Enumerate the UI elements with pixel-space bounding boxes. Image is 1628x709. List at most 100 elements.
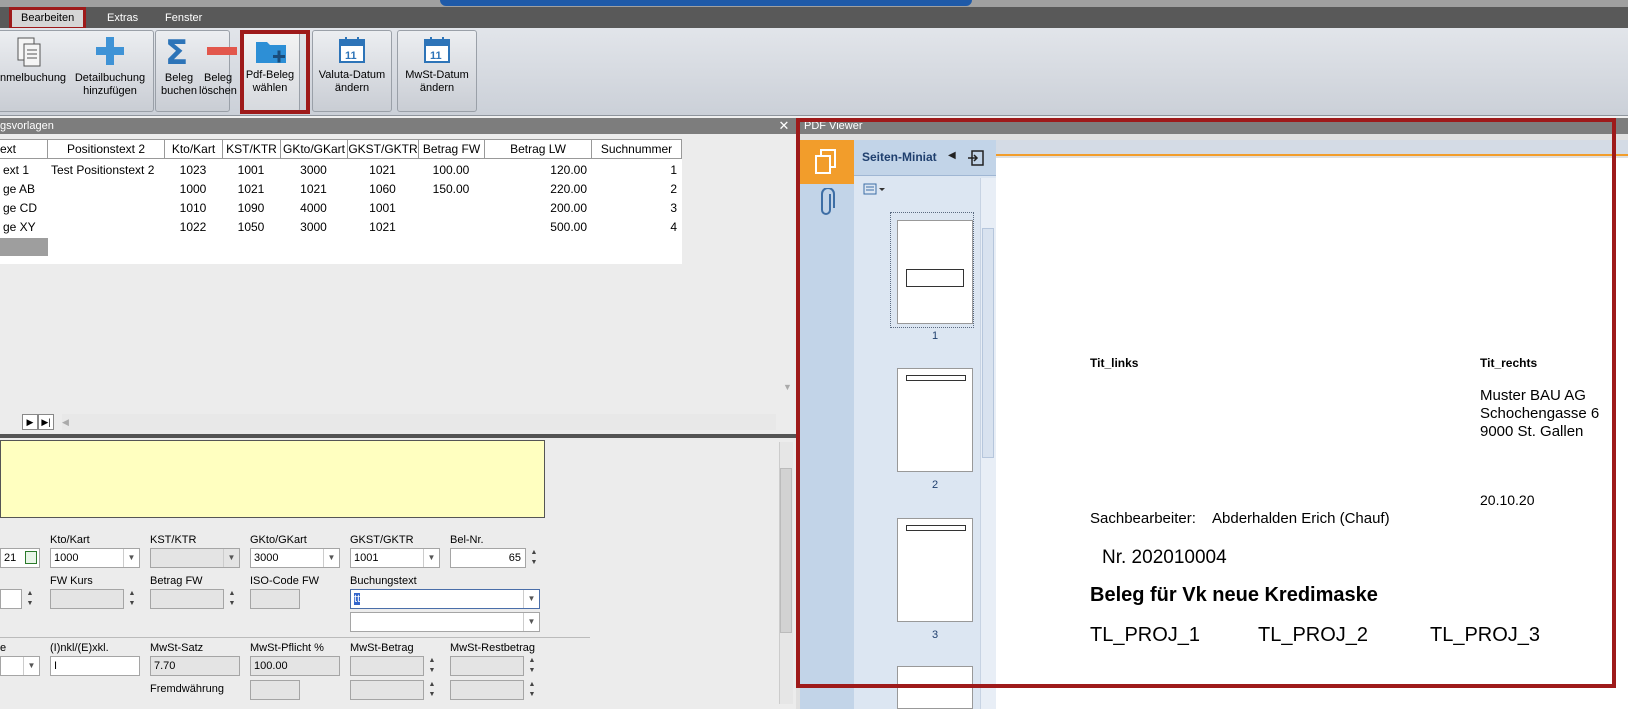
calendar-icon: 11 — [424, 37, 450, 63]
buchungstext-2-select[interactable]: ▼ — [350, 612, 540, 632]
kst-select[interactable]: ▼ — [150, 548, 240, 568]
pdf-highlight-frame — [796, 118, 1616, 688]
valuta-datum-button[interactable]: 11 Valuta-Datum ändern — [312, 30, 392, 112]
table-cell — [51, 180, 160, 199]
table-cell: ext 1 — [3, 163, 30, 177]
beleg-buchen-label1: Beleg — [164, 72, 194, 84]
calendar-picker-icon[interactable] — [25, 551, 37, 564]
table-cell: 1001 — [369, 201, 396, 215]
chevron-down-icon[interactable]: ▼ — [223, 549, 239, 567]
detailbuchung-button[interactable]: Detailbuchung hinzufügen — [72, 32, 148, 114]
mwstrest-field[interactable] — [450, 656, 524, 676]
table-cell: 220.00 — [550, 182, 587, 196]
memo-field[interactable] — [0, 440, 545, 518]
chevron-down-icon[interactable]: ▼ — [123, 549, 139, 567]
gkto-select[interactable]: 3000 ▼ — [250, 548, 340, 568]
col-header[interactable]: Betrag LW — [485, 139, 592, 159]
col-header[interactable]: GKto/GKart — [281, 139, 348, 159]
belnr-field[interactable]: 65 — [450, 548, 526, 568]
row-selector[interactable] — [0, 238, 48, 256]
divider — [0, 637, 590, 638]
table-cell — [51, 218, 160, 237]
mwstrest-stepper[interactable]: ▲ ▼ — [526, 656, 538, 676]
chevron-down-icon[interactable]: ▼ — [23, 657, 39, 675]
betragfw-field[interactable] — [150, 589, 224, 609]
table-cell: 3 — [670, 201, 677, 215]
fremd-betrag-field[interactable] — [350, 680, 424, 700]
mwst-code-select[interactable]: ▼ — [0, 656, 40, 676]
sammelbuchung-label: nmelbuchung — [0, 72, 67, 84]
fremd-rest-field[interactable] — [450, 680, 524, 700]
table-cell: 100.00 — [432, 163, 470, 177]
chevron-down-icon[interactable]: ▼ — [523, 613, 539, 631]
scrollbar-thumb[interactable] — [780, 468, 792, 633]
fremd-rest-stepper[interactable]: ▲ ▼ — [526, 680, 538, 700]
menu-extras[interactable]: Extras — [97, 9, 148, 28]
documents-icon — [17, 37, 41, 67]
col-header[interactable]: Betrag FW — [419, 139, 485, 159]
mwstbetrag-field[interactable] — [350, 656, 424, 676]
splitter[interactable] — [0, 434, 796, 438]
beleg-buchen-button[interactable]: Σ Beleg buchen — [157, 32, 201, 114]
mwstsatz-label: MwSt-Satz — [150, 642, 204, 654]
valuta-label1: Valuta-Datum — [318, 69, 386, 81]
chevron-down-icon[interactable]: ▼ — [323, 549, 339, 567]
table-cell: 1021 — [300, 182, 327, 196]
col-header[interactable]: KST/KTR — [223, 139, 281, 159]
fwkurs-label: FW Kurs — [50, 575, 93, 587]
col-header[interactable]: GKST/GKTR — [348, 139, 419, 159]
beleg-buchen-label2: buchen — [160, 85, 198, 97]
inkl-field[interactable]: I — [50, 656, 140, 676]
fremd-betrag-stepper[interactable]: ▲ ▼ — [426, 680, 438, 700]
inkl-label: (I)nkl/(E)xkl. — [50, 642, 109, 654]
col-header[interactable]: Kto/Kart — [165, 139, 223, 159]
minus-icon — [207, 47, 237, 55]
table-cell: 2 — [670, 182, 677, 196]
stepper[interactable]: ▲ ▼ — [24, 589, 36, 609]
table-cell: 1021 — [369, 163, 396, 177]
beleg-loeschen-button[interactable]: Beleg löschen — [199, 32, 241, 114]
fwkurs-stepper[interactable]: ▲ ▼ — [126, 589, 138, 609]
col-header[interactable]: ext — [0, 139, 48, 159]
mwst-datum-button[interactable]: 11 MwSt-Datum ändern — [397, 30, 477, 112]
scroll-down-icon[interactable]: ▼ — [783, 382, 795, 398]
table-cell: 4000 — [300, 201, 327, 215]
betragfw-stepper[interactable]: ▲ ▼ — [226, 589, 238, 609]
last-record-button[interactable]: ▶| — [38, 414, 54, 430]
mwstsatz-field[interactable]: 7.70 — [150, 656, 240, 676]
fremd-field[interactable] — [250, 680, 300, 700]
date-field[interactable]: 21 — [0, 548, 40, 568]
menu-bar: Bearbeiten Extras Fenster — [0, 7, 1628, 30]
mwstpflicht-field[interactable]: 100.00 — [250, 656, 340, 676]
col-header[interactable]: Suchnummer — [592, 139, 682, 159]
table-cell: 1021 — [369, 220, 396, 234]
sigma-icon: Σ — [165, 34, 188, 68]
menu-bearbeiten[interactable]: Bearbeiten — [8, 7, 87, 30]
menu-fenster[interactable]: Fenster — [155, 9, 212, 28]
kst-label: KST/KTR — [150, 534, 197, 546]
fremd-label: Fremdwährung — [150, 683, 224, 695]
kto-select[interactable]: 1000 ▼ — [50, 548, 140, 568]
table-cell: 1050 — [237, 220, 265, 234]
buchungstext-value: tt — [354, 593, 361, 605]
close-icon[interactable]: ✕ — [776, 118, 792, 134]
belnr-stepper[interactable]: ▲ ▼ — [528, 548, 540, 568]
calendar-icon: 11 — [339, 37, 365, 63]
booking-form: Kto/Kart KST/KTR GKto/GKart GKST/GKTR Be… — [0, 434, 796, 709]
partial-field[interactable] — [0, 589, 22, 609]
mwstbetrag-stepper[interactable]: ▲ ▼ — [426, 656, 438, 676]
chevron-down-icon[interactable]: ▼ — [523, 590, 539, 608]
horizontal-scrollbar[interactable]: ◀ — [62, 414, 776, 430]
beleg-loeschen-label2: löschen — [199, 85, 237, 97]
sammelbuchung-button[interactable]: nmelbuchung — [0, 32, 70, 114]
fwkurs-field[interactable] — [50, 589, 124, 609]
gkst-select[interactable]: 1001 ▼ — [350, 548, 440, 568]
buchungstext-select[interactable]: tt ▼ — [350, 589, 540, 609]
iso-field[interactable] — [250, 589, 300, 609]
betragfw-label: Betrag FW — [150, 575, 203, 587]
table-cell: 3000 — [300, 220, 327, 234]
next-record-button[interactable]: ▶ — [22, 414, 38, 430]
table-cell: 3000 — [300, 163, 327, 177]
chevron-down-icon[interactable]: ▼ — [423, 549, 439, 567]
col-header[interactable]: Positionstext 2 — [48, 139, 165, 159]
